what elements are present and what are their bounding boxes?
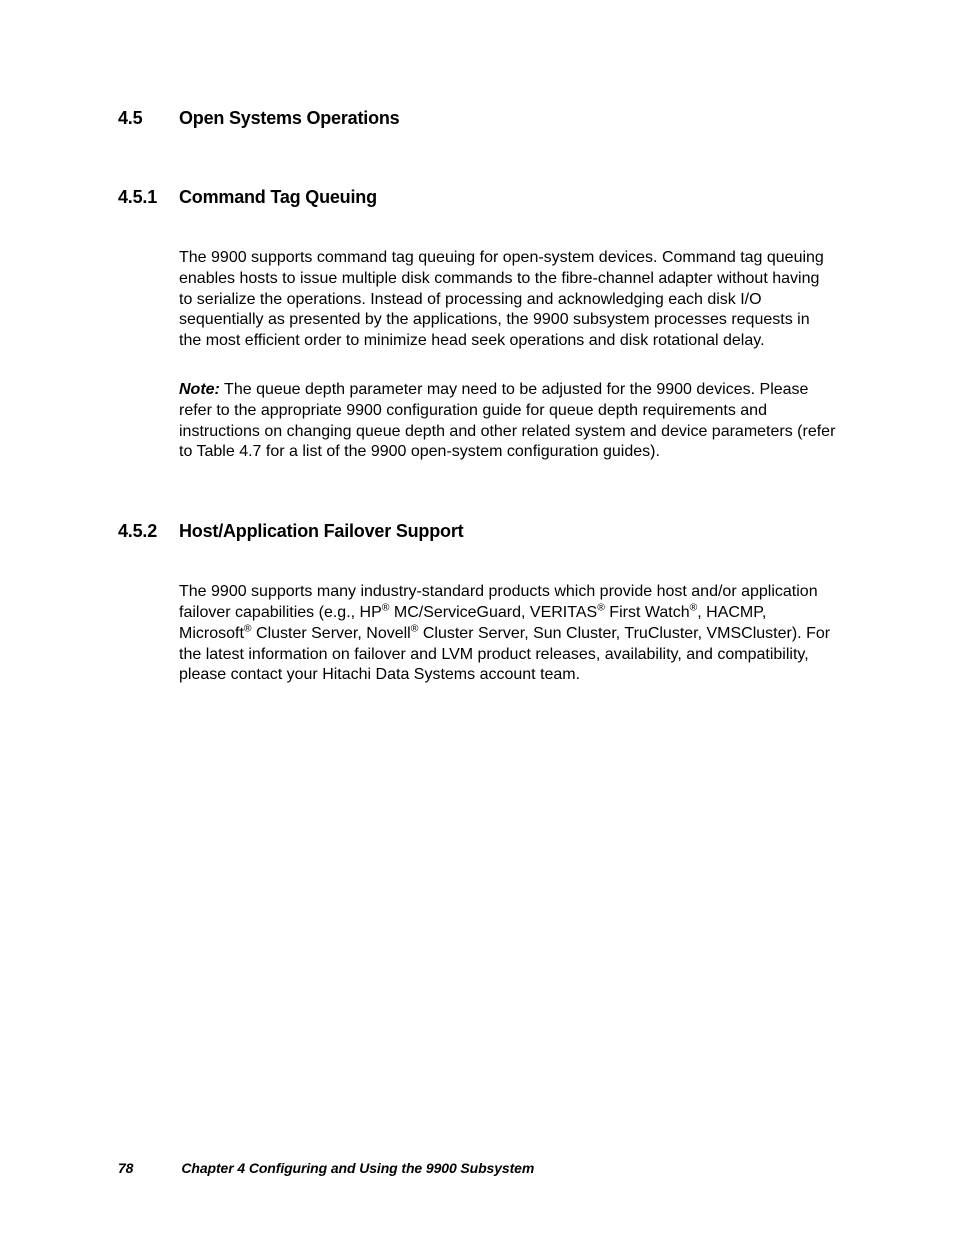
note-paragraph: Note: The queue depth parameter may need… (179, 380, 836, 463)
heading-number: 4.5.1 (118, 187, 179, 208)
section-body-4-5-1: The 9900 supports command tag queuing fo… (179, 248, 836, 463)
note-label: Note: (179, 381, 220, 398)
page-footer: 78 Chapter 4 Configuring and Using the 99… (118, 1160, 534, 1176)
note-text: The queue depth parameter may need to be… (179, 381, 835, 460)
heading-number: 4.5 (118, 108, 179, 129)
paragraph: The 9900 supports command tag queuing fo… (179, 248, 836, 352)
text-run: MC/ServiceGuard, VERITAS (389, 604, 597, 621)
paragraph: The 9900 supports many industry-standard… (179, 582, 836, 686)
page-number: 78 (118, 1160, 133, 1176)
heading-title: Open Systems Operations (179, 108, 836, 129)
heading-number: 4.5.2 (118, 521, 179, 542)
heading-4-5-1: 4.5.1 Command Tag Queuing (118, 187, 836, 208)
section-body-4-5-2: The 9900 supports many industry-standard… (179, 582, 836, 686)
registered-mark: ® (597, 603, 605, 614)
registered-mark: ® (244, 623, 252, 634)
heading-title: Host/Application Failover Support (179, 521, 836, 542)
heading-4-5: 4.5 Open Systems Operations (118, 108, 836, 129)
text-run: Cluster Server, Novell (252, 625, 411, 642)
heading-title: Command Tag Queuing (179, 187, 836, 208)
heading-4-5-2: 4.5.2 Host/Application Failover Support (118, 521, 836, 542)
document-page: 4.5 Open Systems Operations 4.5.1 Comman… (0, 0, 954, 1235)
chapter-label: Chapter 4 Configuring and Using the 9900… (181, 1160, 534, 1176)
text-run: First Watch (605, 604, 690, 621)
